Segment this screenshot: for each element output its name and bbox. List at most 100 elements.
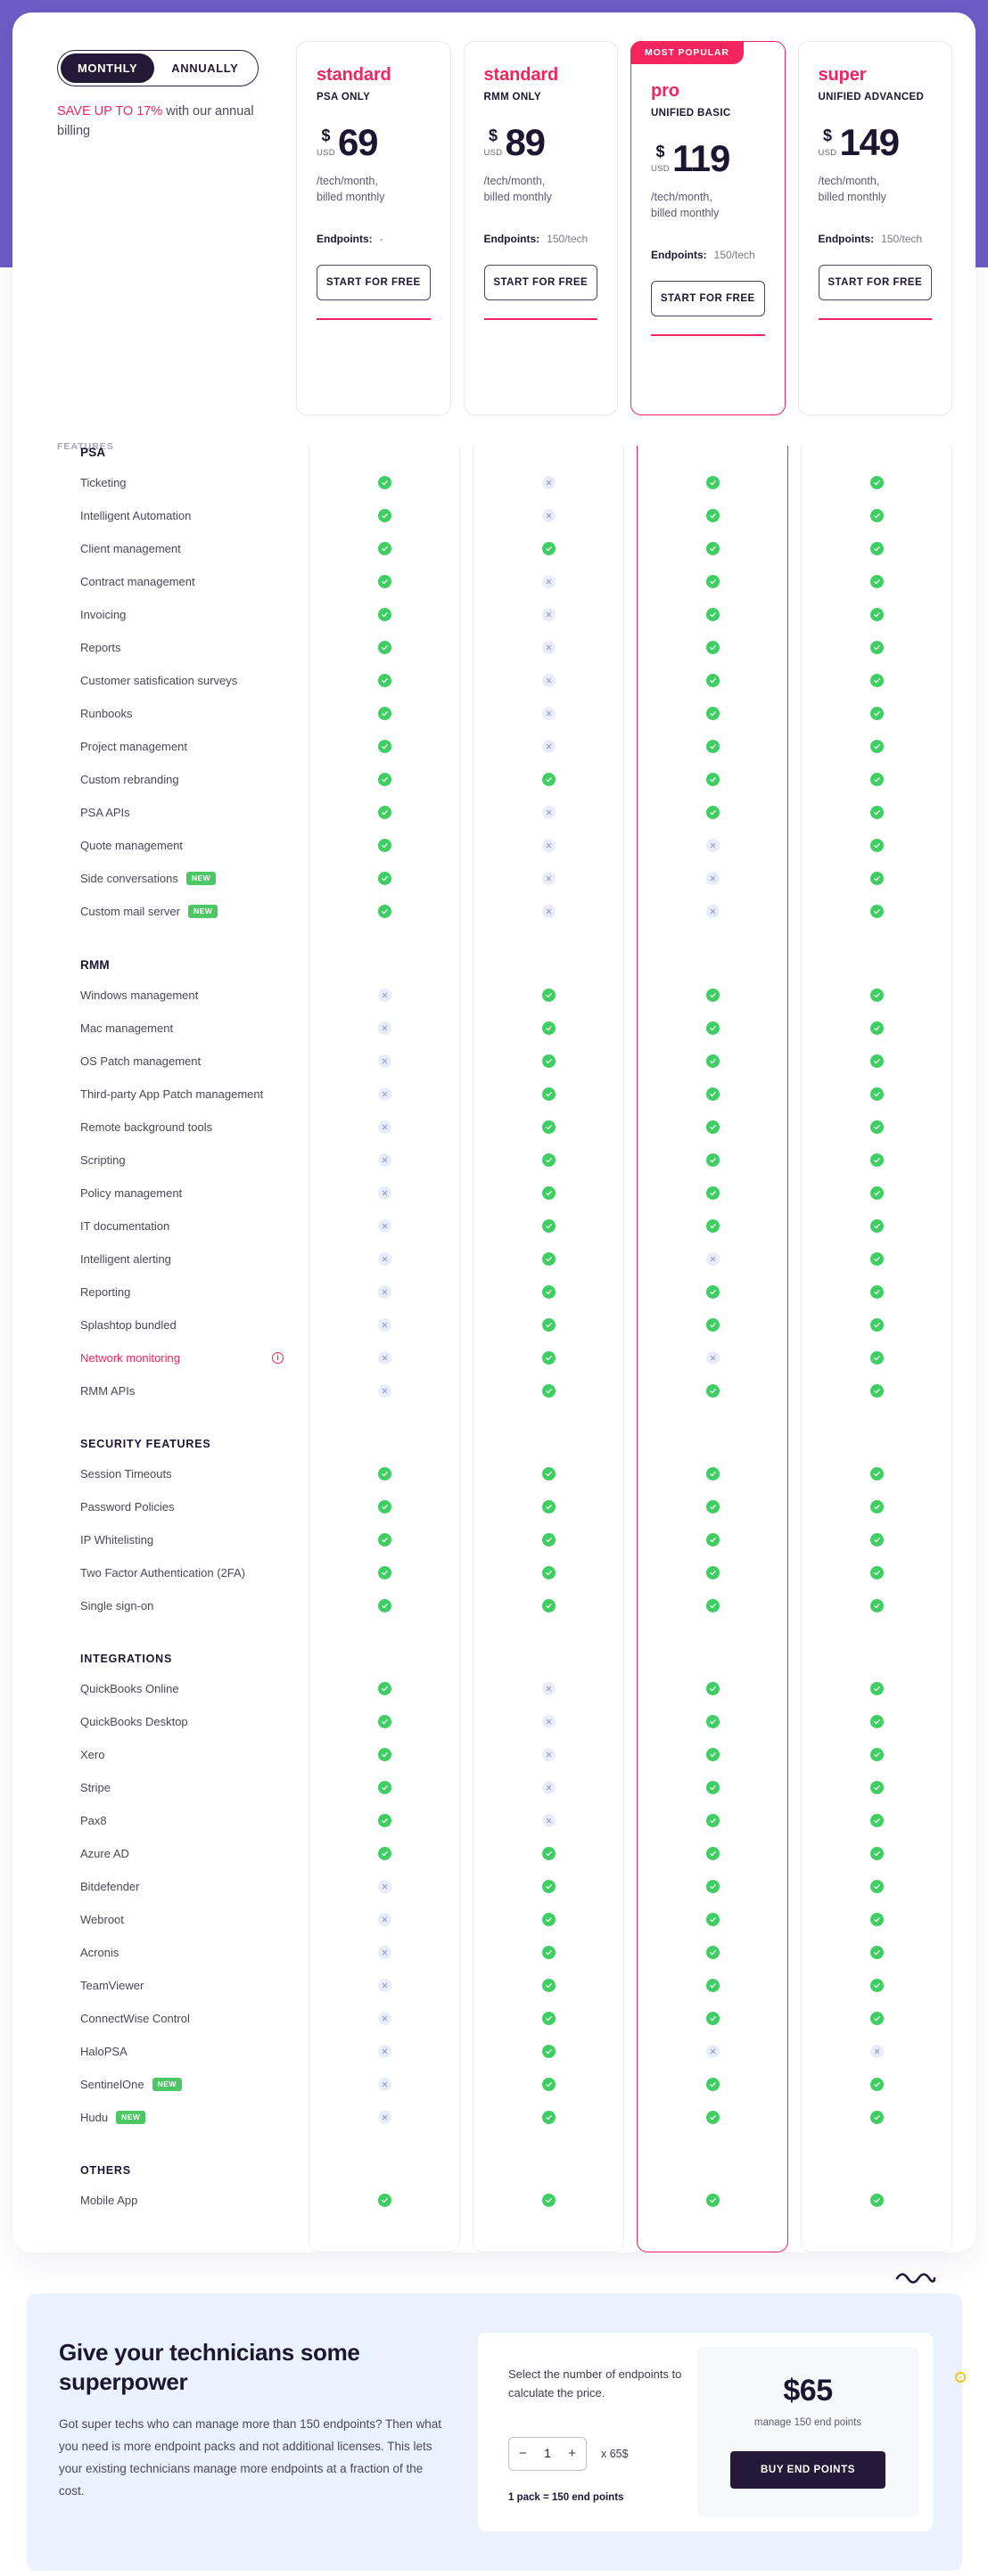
feature-row: Invoicing <box>36 598 952 631</box>
check-icon <box>541 1880 556 1893</box>
feature-label-text: SentinelOne <box>80 2078 144 2091</box>
feature-cell <box>309 1500 460 1514</box>
calculated-price: $65 <box>783 2374 833 2408</box>
check-icon <box>377 1533 391 1546</box>
feature-cell <box>637 476 788 489</box>
cross-icon <box>705 872 720 885</box>
decrement-button[interactable]: − <box>519 2447 527 2460</box>
feature-label: Project management <box>36 740 296 753</box>
check-icon <box>541 1285 556 1299</box>
feature-cell <box>801 608 952 621</box>
feature-row: Mobile App <box>36 2184 952 2217</box>
feature-label: HaloPSA <box>36 2045 296 2058</box>
feature-cell <box>309 1979 460 1992</box>
feature-label-text: Custom rebranding <box>80 773 179 786</box>
cross-icon <box>541 1715 556 1728</box>
cross-icon <box>705 1252 720 1266</box>
feature-row: Intelligent Automation <box>36 499 952 532</box>
check-icon <box>869 905 884 918</box>
check-icon <box>541 1533 556 1546</box>
feature-cell <box>801 1219 952 1233</box>
feature-label-text: HaloPSA <box>80 2045 128 2058</box>
feature-cell <box>473 839 624 852</box>
feature-cell <box>637 707 788 720</box>
feature-label-text: Quote management <box>80 839 183 852</box>
plan-price-amount: 119 <box>671 137 730 179</box>
feature-cell <box>801 1318 952 1332</box>
feature-cell <box>637 1285 788 1299</box>
feature-cell <box>309 641 460 654</box>
feature-cell <box>637 1467 788 1481</box>
plan-card-standard-0: standard PSA ONLY $ USD 69/tech/month, billed… <box>296 41 451 415</box>
check-icon <box>705 1715 720 1728</box>
feature-cell <box>801 839 952 852</box>
feature-label: Customer satisfication surveys <box>36 674 296 687</box>
feature-cell <box>801 1467 952 1481</box>
endpoints-value: 150/tech <box>881 233 923 246</box>
feature-label-text: Hudu <box>80 2111 109 2124</box>
feature-cell <box>637 641 788 654</box>
plan-subtitle: UNIFIED BASIC <box>651 108 731 119</box>
feature-cell <box>309 1054 460 1068</box>
feature-row: TeamViewer <box>36 1969 952 2002</box>
check-icon <box>541 1252 556 1266</box>
feature-label: Bitdefender <box>36 1880 296 1893</box>
plan-name: standard <box>483 65 559 85</box>
start-for-free-button[interactable]: START FOR FREE <box>818 265 932 301</box>
feature-cell <box>473 1087 624 1101</box>
price-note-line: billed monthly <box>818 191 886 204</box>
endpoints-value: 150/tech <box>547 233 589 246</box>
check-icon <box>705 575 720 588</box>
feature-row: QuickBooks Desktop <box>36 1705 952 1738</box>
check-icon <box>377 1748 391 1761</box>
billing-period-toggle[interactable]: MONTHLY ANNUALLY <box>57 50 259 86</box>
feature-label: Stripe <box>36 1781 296 1794</box>
feature-label-text: Pax8 <box>80 1814 107 1827</box>
cross-icon <box>705 2045 720 2058</box>
check-icon <box>705 1814 720 1827</box>
feature-label-text: Remote background tools <box>80 1120 213 1134</box>
check-icon <box>705 1087 720 1101</box>
start-for-free-button[interactable]: START FOR FREE <box>651 281 765 317</box>
feature-cell <box>801 872 952 885</box>
toggle-annually[interactable]: ANNUALLY <box>154 53 255 83</box>
cross-icon <box>541 740 556 753</box>
currency-symbol: $ <box>488 126 498 144</box>
check-icon <box>869 1682 884 1695</box>
start-for-free-button[interactable]: START FOR FREE <box>483 265 597 301</box>
check-icon <box>377 839 391 852</box>
feature-cell <box>801 641 952 654</box>
plan-price-amount: 149 <box>839 121 900 163</box>
cross-icon <box>377 1946 391 1959</box>
check-icon <box>869 1715 884 1728</box>
feature-cell <box>473 1599 624 1612</box>
check-icon <box>705 1913 720 1926</box>
feature-label: Scripting <box>36 1153 296 1167</box>
buy-end-points-button[interactable]: BUY END POINTS <box>730 2451 885 2489</box>
feature-label: PSA APIs <box>36 806 296 819</box>
check-icon <box>377 509 391 522</box>
feature-label-text: Runbooks <box>80 707 133 720</box>
feature-row: HaloPSA <box>36 2035 952 2068</box>
cross-icon <box>541 707 556 720</box>
feature-cell <box>309 1814 460 1827</box>
quantity-value[interactable]: 1 <box>544 2447 551 2460</box>
check-icon <box>541 1566 556 1579</box>
info-icon[interactable]: i <box>272 1352 284 1364</box>
cross-icon <box>541 476 556 489</box>
quantity-stepper[interactable]: − 1 + <box>508 2436 587 2471</box>
toggle-monthly[interactable]: MONTHLY <box>61 53 155 83</box>
feature-row: Ticketing <box>36 466 952 499</box>
check-icon <box>869 1847 884 1860</box>
feature-row: PSA APIs <box>36 796 952 829</box>
plan-subtitle: UNIFIED ADVANCED <box>818 92 925 103</box>
check-icon <box>705 1533 720 1546</box>
feature-label: Xero <box>36 1748 296 1761</box>
cross-icon <box>377 1120 391 1134</box>
start-for-free-button[interactable]: START FOR FREE <box>317 265 431 301</box>
feature-cell <box>473 476 624 489</box>
increment-button[interactable]: + <box>568 2447 576 2460</box>
feature-label: IT documentation <box>36 1219 296 1233</box>
cross-icon <box>377 1219 391 1233</box>
check-icon <box>377 1814 391 1827</box>
